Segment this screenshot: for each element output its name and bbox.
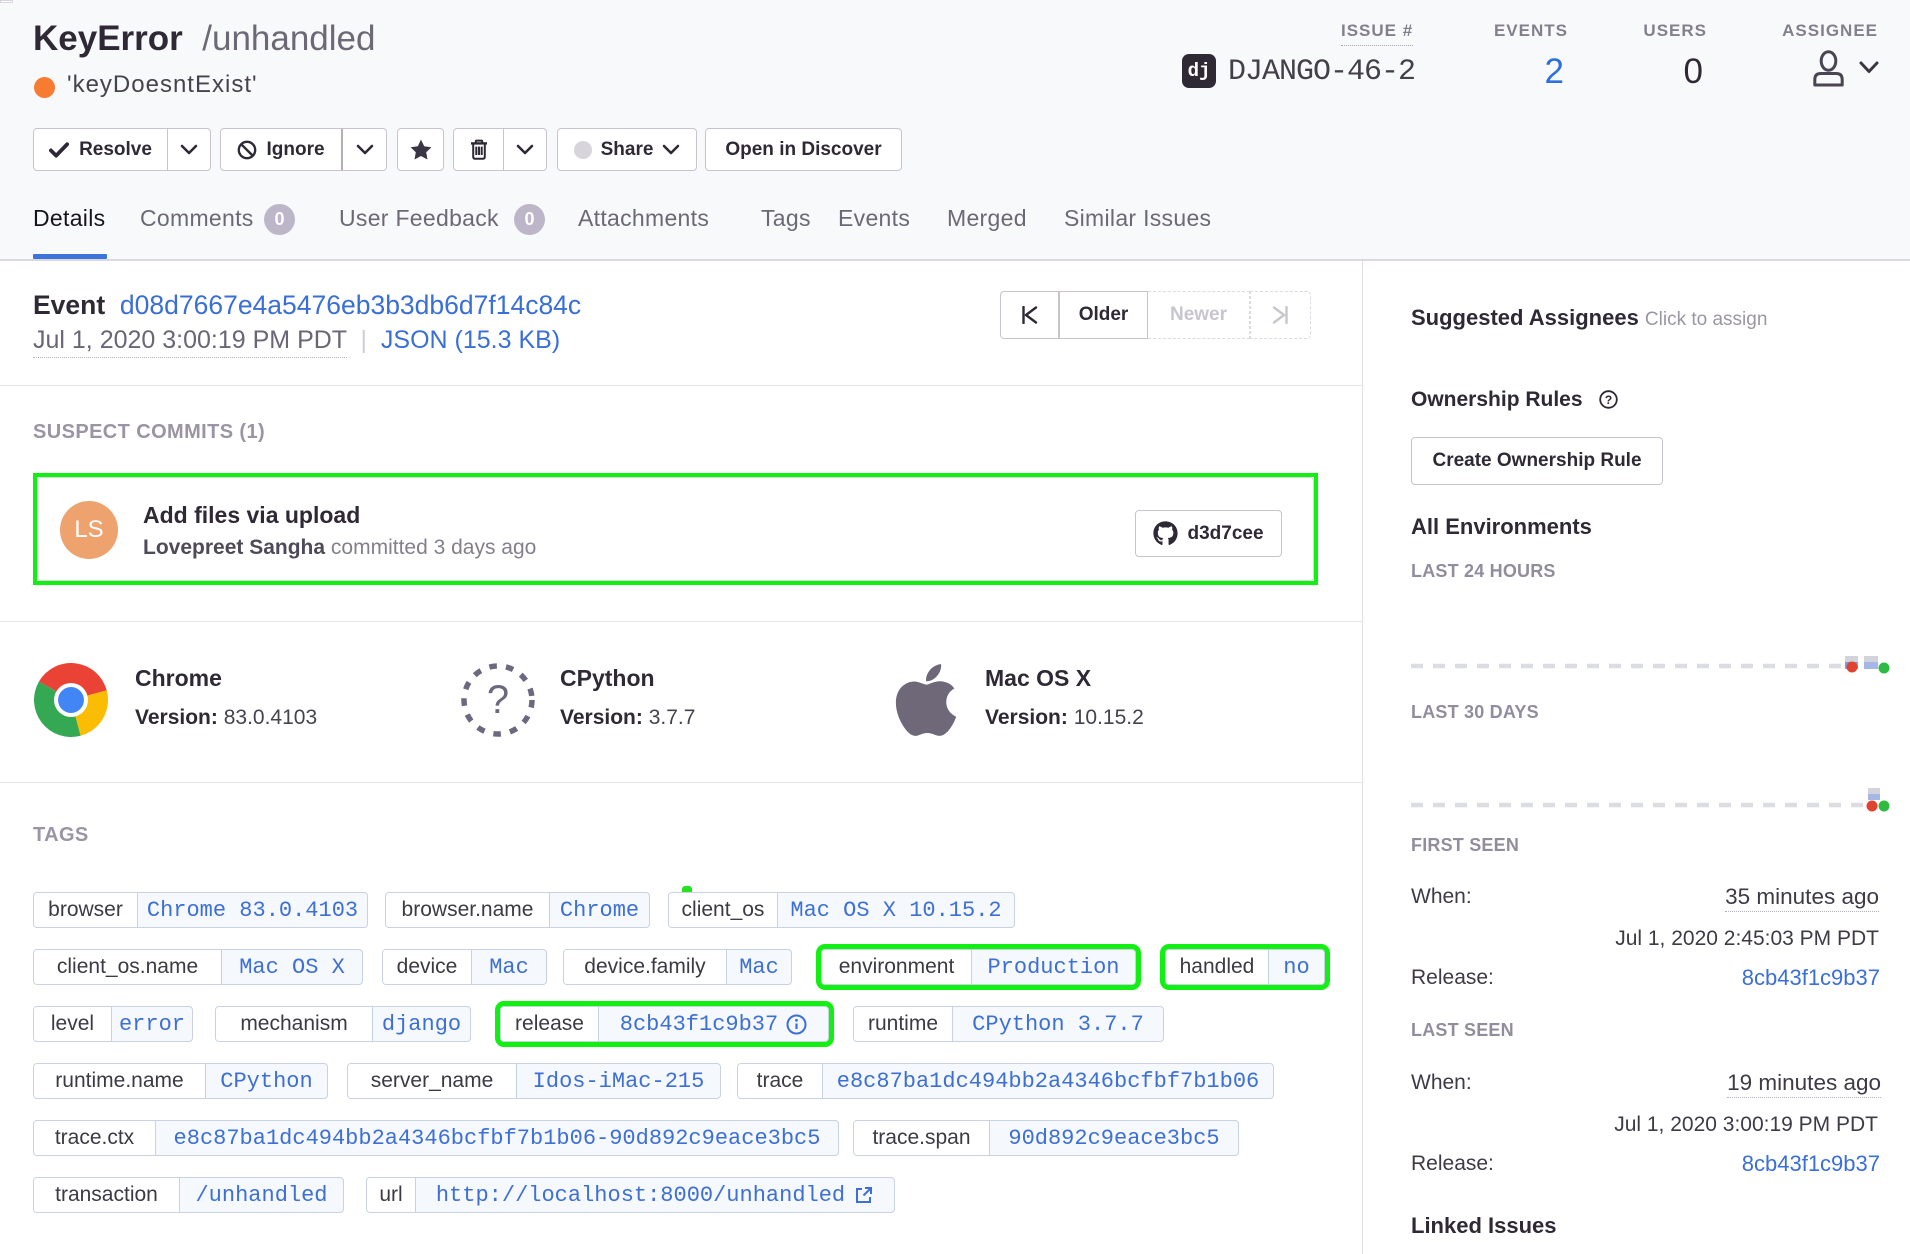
svg-text:?: ? — [1605, 393, 1612, 407]
svg-text:?: ? — [487, 678, 509, 722]
